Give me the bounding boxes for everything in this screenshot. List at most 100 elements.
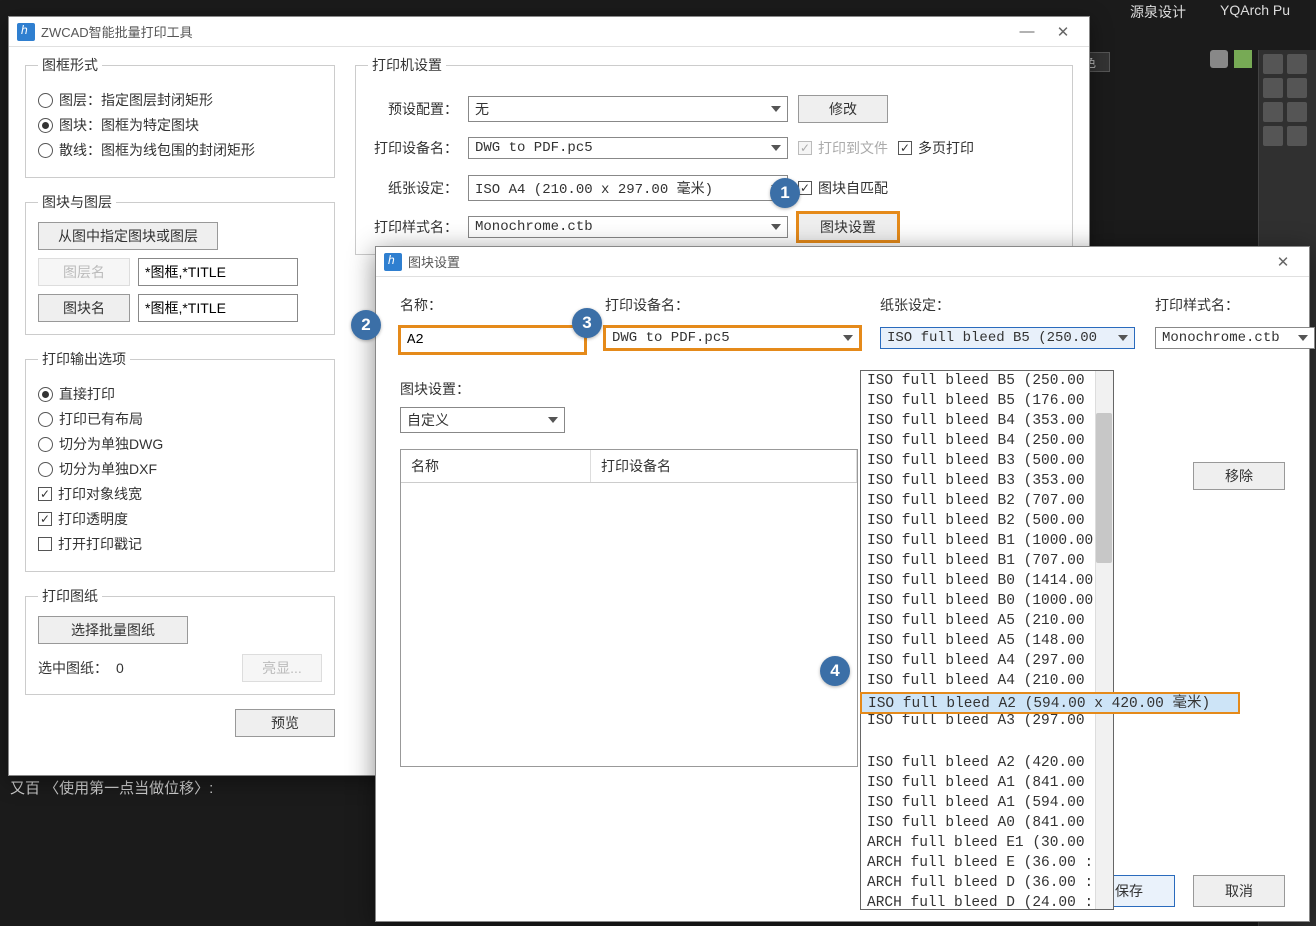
dlg1-min-button[interactable]: — — [1009, 20, 1045, 44]
radio-block-label: 图块：图框为特定图块 — [59, 115, 199, 135]
frame-form-group: 图框形式 图层：指定图层封闭矩形 图块：图框为特定图块 散线：图框为线包围的封闭… — [25, 55, 335, 178]
paper-size-option[interactable]: ISO full bleed B4 (250.00 — [861, 431, 1095, 451]
tool-icon[interactable] — [1287, 54, 1307, 74]
paper-size-option[interactable]: ISO full bleed A5 (148.00 — [861, 631, 1095, 651]
dlg1-titlebar[interactable]: ZWCAD智能批量打印工具 — ✕ — [9, 17, 1089, 47]
step-badge-2: 2 — [351, 310, 381, 340]
dlg1-close-button[interactable]: ✕ — [1045, 20, 1081, 44]
paper-size-option[interactable]: ISO full bleed A1 (841.00 — [861, 773, 1095, 793]
radio-direct[interactable]: 直接打印 — [38, 384, 322, 404]
style-select[interactable]: Monochrome.ctb — [468, 216, 788, 238]
check-stamp[interactable]: 打开打印戳记 — [38, 534, 322, 554]
bg-menu-2[interactable]: YQArch Pu — [1220, 2, 1290, 18]
dlg1-title: ZWCAD智能批量打印工具 — [41, 22, 1009, 41]
tool-icon[interactable] — [1287, 126, 1307, 146]
paper-size-option[interactable]: ISO full bleed B3 (353.00 — [861, 471, 1095, 491]
checkbox-icon — [798, 141, 812, 155]
tool-icon[interactable] — [1287, 78, 1307, 98]
paper-size-option[interactable]: ISO full bleed B3 (500.00 — [861, 451, 1095, 471]
block-name-button[interactable]: 图块名 — [38, 294, 130, 322]
checkbox-icon — [798, 181, 812, 195]
check-multi-label: 多页打印 — [918, 138, 974, 158]
th-name[interactable]: 名称 — [401, 450, 591, 482]
paper-size-option-selected[interactable]: ISO full bleed A2 (594.00 x 420.00 毫米) — [862, 694, 1238, 714]
paper-size-option[interactable]: ISO full bleed B0 (1000.00 — [861, 591, 1095, 611]
paper-size-option[interactable]: ISO full bleed B0 (1414.00 — [861, 571, 1095, 591]
step-badge-1: 1 — [770, 178, 800, 208]
radio-dxf-label: 切分为单独DXF — [59, 459, 157, 479]
scrollbar[interactable] — [1095, 371, 1113, 909]
paper-size-dropdId[interactable]: ISO full bleed B5 (250.00ISO full bleed … — [860, 370, 1114, 910]
radio-block[interactable]: 图块：图框为特定图块 — [38, 115, 322, 135]
paper-size-option[interactable]: ISO full bleed A5 (210.00 — [861, 611, 1095, 631]
paper-label: 纸张设定： — [368, 178, 458, 198]
check-transparency[interactable]: 打印透明度 — [38, 509, 322, 529]
pick-from-drawing-button[interactable]: 从图中指定图块或图层 — [38, 222, 218, 250]
radio-dwg[interactable]: 切分为单独DWG — [38, 434, 322, 454]
paper-size-option[interactable]: ARCH full bleed D (36.00 : — [861, 873, 1095, 893]
paper-size-option[interactable]: ARCH full bleed E1 (30.00 — [861, 833, 1095, 853]
paper-size-option[interactable]: ISO full bleed B2 (500.00 — [861, 511, 1095, 531]
block-name-input[interactable] — [138, 294, 298, 322]
layer-name-input[interactable] — [138, 258, 298, 286]
preset-select[interactable]: 无 — [468, 96, 788, 122]
block-settings-button[interactable]: 图块设置 — [798, 213, 898, 241]
paper-size-option[interactable]: ISO full bleed A4 (210.00 — [861, 671, 1095, 691]
radio-polyline[interactable]: 散线：图框为线包围的封闭矩形 — [38, 140, 322, 160]
command-line-text: 又百 〈使用第一点当做位移〉: — [10, 777, 213, 798]
bg-menu-1[interactable]: 源泉设计 — [1130, 2, 1186, 22]
select-sheets-button[interactable]: 选择批量图纸 — [38, 616, 188, 644]
remove-button[interactable]: 移除 — [1193, 462, 1285, 490]
style-value: Monochrome.ctb — [475, 219, 593, 235]
device-select-2[interactable]: DWG to PDF.pc5 — [605, 327, 860, 349]
frame-config-value: 自定义 — [407, 414, 449, 429]
preview-button[interactable]: 预览 — [235, 709, 335, 737]
cancel-button[interactable]: 取消 — [1193, 875, 1285, 907]
paper-size-option[interactable]: ISO full bleed B2 (707.00 — [861, 491, 1095, 511]
bg-ico-b[interactable] — [1234, 50, 1252, 68]
modify-button[interactable]: 修改 — [798, 95, 888, 123]
device-select[interactable]: DWG to PDF.pc5 — [468, 137, 788, 159]
paper-size-option[interactable]: ISO full bleed A2 (420.00 — [861, 753, 1095, 773]
paper-size-option[interactable]: ISO full bleed A0 (841.00 — [861, 813, 1095, 833]
paper-size-option[interactable]: ISO full bleed B4 (353.00 — [861, 411, 1095, 431]
paper-size-option[interactable]: ISO full bleed B1 (707.00 — [861, 551, 1095, 571]
tool-icon[interactable] — [1263, 54, 1283, 74]
check-lineweight[interactable]: 打印对象线宽 — [38, 484, 322, 504]
frame-config-select[interactable]: 自定义 — [400, 407, 565, 433]
paper-size-option[interactable]: ISO full bleed B5 (176.00 — [861, 391, 1095, 411]
dlg2-title: 图块设置 — [408, 252, 1265, 271]
paper-size-option[interactable]: ISO full bleed B5 (250.00 — [861, 371, 1095, 391]
style-select-2[interactable]: Monochrome.ctb — [1155, 327, 1315, 349]
checkbox-icon — [38, 537, 52, 551]
tool-icon[interactable] — [1263, 126, 1283, 146]
radio-existing[interactable]: 打印已有布局 — [38, 409, 322, 429]
name-input[interactable] — [400, 327, 585, 353]
bg-ico-a[interactable] — [1210, 50, 1228, 68]
tool-icon[interactable] — [1287, 102, 1307, 122]
sheet-group: 打印图纸 选择批量图纸 选中图纸： 0 亮显... — [25, 586, 335, 695]
device-label: 打印设备名： — [368, 138, 458, 158]
dlg2-titlebar[interactable]: 图块设置 ✕ — [376, 247, 1309, 277]
paper-size-option[interactable]: ARCH full bleed E (36.00 : — [861, 853, 1095, 873]
paper-select-2[interactable]: ISO full bleed B5 (250.00 — [880, 327, 1135, 349]
paper-label-2: 纸张设定： — [880, 295, 1135, 315]
paper-value-2: ISO full bleed B5 (250.00 — [887, 330, 1097, 346]
check-block-automatch[interactable]: 图块自匹配 — [798, 178, 888, 198]
paper-size-option[interactable]: ISO full bleed A1 (594.00 — [861, 793, 1095, 813]
check-to-file: 打印到文件 — [798, 138, 888, 158]
radio-dxf[interactable]: 切分为单独DXF — [38, 459, 322, 479]
paper-size-option[interactable]: ARCH full bleed D (24.00 : — [861, 893, 1095, 910]
scroll-thumb[interactable] — [1096, 413, 1112, 563]
radio-layer[interactable]: 图层：指定图层封闭矩形 — [38, 90, 322, 110]
tool-icon[interactable] — [1263, 78, 1283, 98]
paper-value: ISO A4 (210.00 x 297.00 毫米) — [475, 182, 713, 198]
paper-size-option[interactable]: ISO full bleed A4 (297.00 — [861, 651, 1095, 671]
paper-size-option[interactable]: ISO full bleed B1 (1000.00 — [861, 531, 1095, 551]
dlg2-close-button[interactable]: ✕ — [1265, 250, 1301, 274]
th-device[interactable]: 打印设备名 — [591, 450, 857, 482]
paper-select[interactable]: ISO A4 (210.00 x 297.00 毫米) — [468, 175, 788, 201]
tool-icon[interactable] — [1263, 102, 1283, 122]
check-multi-page[interactable]: 多页打印 — [898, 138, 974, 158]
paper-size-option[interactable]: ISO full bleed A3 (297.00 — [861, 711, 1095, 731]
